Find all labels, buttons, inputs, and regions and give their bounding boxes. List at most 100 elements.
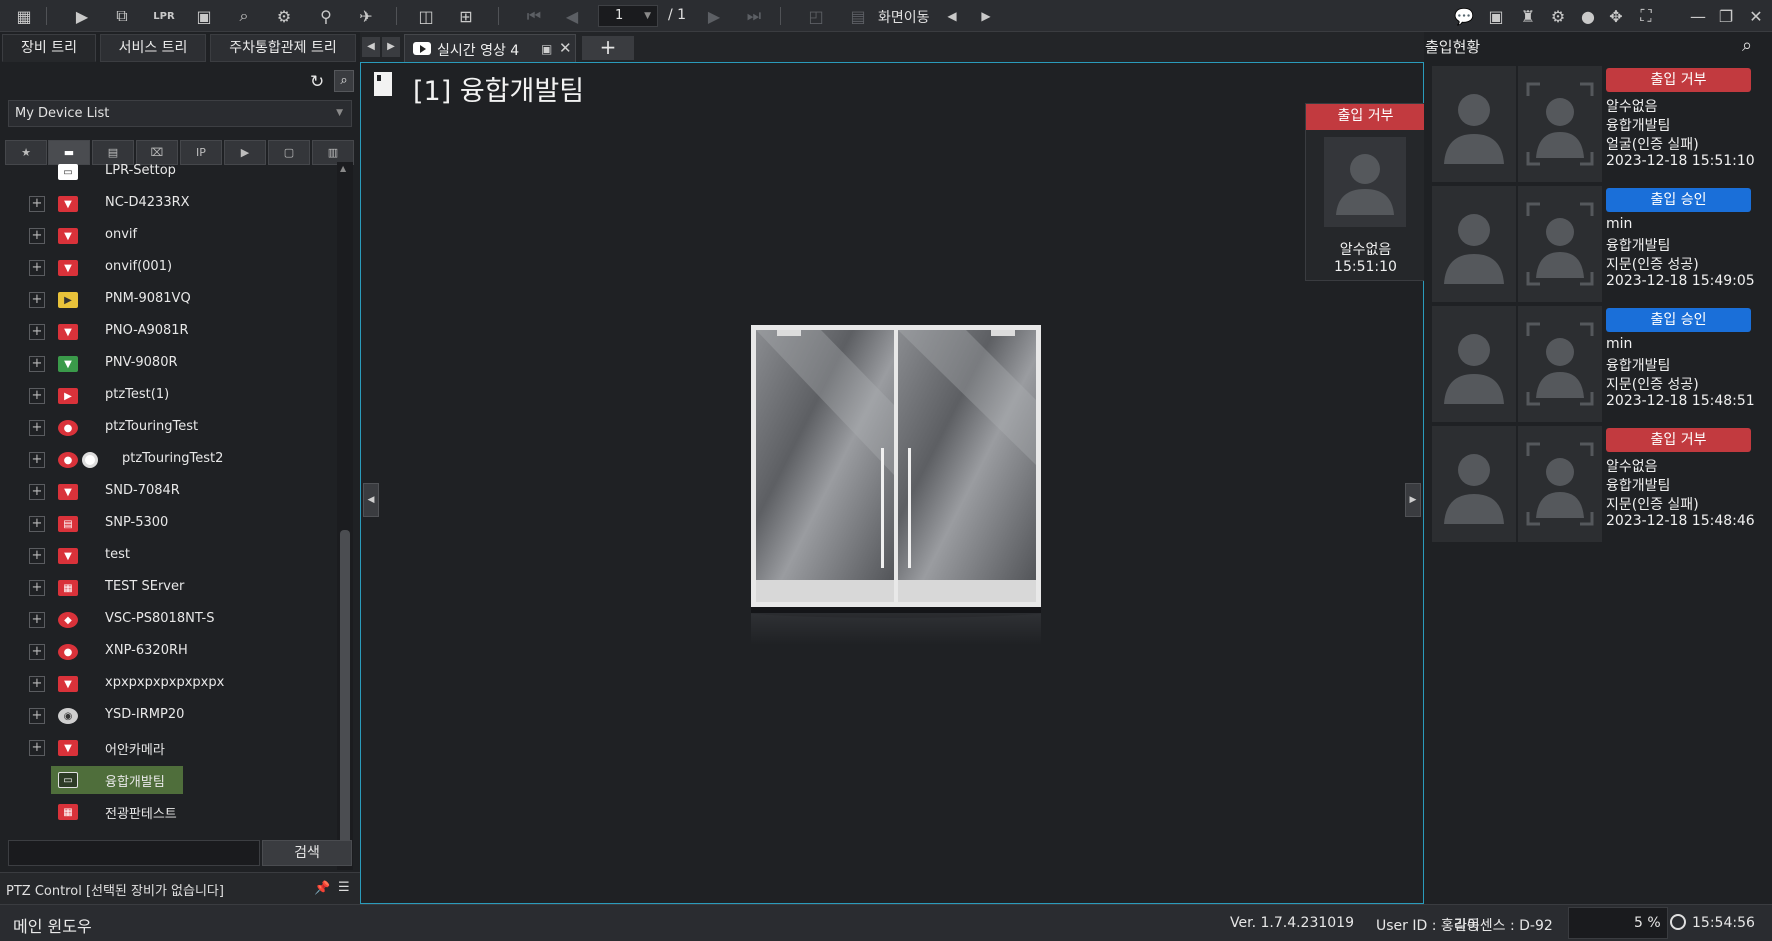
close-tab-icon[interactable]: ✕ — [559, 39, 572, 57]
expand-icon[interactable]: + — [29, 260, 45, 276]
play-icon[interactable]: ▶ — [70, 5, 94, 27]
tree-item[interactable]: + ▼ NC-D4233RX — [0, 188, 336, 220]
tab-live-view[interactable]: 실시간 영상 4 ▣ ✕ — [404, 34, 576, 62]
tree-item[interactable]: + ▼ onvif(001) — [0, 252, 336, 284]
access-entry[interactable]: 출입 거부 알수없음 융합개발팀 얼굴(인증 실패) 2023-12-18 15… — [1432, 66, 1768, 182]
wired-device-icon[interactable]: ⌧ — [136, 140, 178, 165]
layout-icon[interactable]: ◫ — [414, 5, 438, 27]
expand-icon[interactable]: + — [29, 452, 45, 468]
tree-item[interactable]: + ▼ test — [0, 540, 336, 572]
video-view[interactable]: [1] 융합개발팀 ◀ ▶ 출입 거부 알수없음 15:51:10 — [360, 62, 1425, 904]
tree-item[interactable]: ▦ 전광판테스트 — [0, 796, 336, 828]
expand-icon[interactable]: + — [29, 484, 45, 500]
tree-item[interactable]: + ▶ ptzTest(1) — [0, 380, 336, 412]
access-entry[interactable]: 출입 승인 min 융합개발팀 지문(인증 성공) 2023-12-18 15:… — [1432, 186, 1768, 302]
server-icon[interactable]: ▤ — [92, 140, 134, 165]
tree-item[interactable]: + ▼ SND-7084R — [0, 476, 336, 508]
bike-icon[interactable]: ⚙ — [272, 5, 296, 27]
grid-menu-icon[interactable]: ▦ — [12, 5, 36, 27]
tab-scroll-right-icon[interactable]: ▶ — [382, 37, 400, 57]
expand-icon[interactable]: + — [29, 324, 45, 340]
first-page-icon[interactable]: ⏮ — [522, 5, 546, 27]
calendar-icon[interactable]: ▤ — [846, 5, 870, 27]
expand-icon[interactable]: + — [29, 740, 45, 756]
tree-item[interactable]: + ▼ 어안카메라 — [0, 732, 336, 764]
expand-icon[interactable]: + — [29, 644, 45, 660]
expand-icon[interactable]: + — [29, 228, 45, 244]
tree-item[interactable]: + ▼ onvif — [0, 220, 336, 252]
tree-item[interactable]: + ▼ xpxpxpxpxpxpxpx — [0, 668, 336, 700]
close-icon[interactable]: ✕ — [1744, 5, 1768, 27]
monitor-icon[interactable]: ▣ — [192, 5, 216, 27]
expand-icon[interactable]: + — [29, 420, 45, 436]
search-icon[interactable]: ⌕ — [334, 70, 354, 92]
tree-item[interactable]: + ▶ PNM-9081VQ — [0, 284, 336, 316]
map-search-icon[interactable]: ⚲ — [314, 5, 338, 27]
tree-item[interactable]: + ▼ PNO-A9081R — [0, 316, 336, 348]
save-icon[interactable]: ▣ — [541, 42, 552, 56]
expand-icon[interactable]: + — [29, 612, 45, 628]
settings-icon[interactable]: ⚙ — [1546, 5, 1570, 27]
last-page-icon[interactable]: ⏭ — [742, 5, 766, 27]
access-entry[interactable]: 출입 승인 min 융합개발팀 지문(인증 성공) 2023-12-18 15:… — [1432, 306, 1768, 422]
tab-scroll-left-icon[interactable]: ◀ — [362, 37, 380, 57]
tree-item[interactable]: + ● ptzTouringTest — [0, 412, 336, 444]
expand-icon[interactable]: + — [29, 548, 45, 564]
access-entry[interactable]: 출입 거부 알수없음 융합개발팀 지문(인증 실패) 2023-12-18 15… — [1432, 426, 1768, 542]
tree-search-input[interactable] — [8, 840, 260, 866]
tree-item[interactable]: + ● ptzTouringTest2 — [0, 444, 336, 476]
message-icon[interactable]: ▣ — [1484, 5, 1508, 27]
tab-service-tree[interactable]: 서비스 트리 — [100, 34, 206, 62]
prev-icon[interactable]: ◀ — [940, 5, 964, 27]
refresh-icon[interactable]: ↻ — [310, 72, 324, 92]
device-list-select[interactable]: My Device List ▼ — [8, 100, 352, 127]
add-tab-button[interactable]: + — [582, 36, 634, 60]
next-page-icon[interactable]: ▶ — [702, 5, 726, 27]
collapse-left-icon[interactable]: ◀ — [363, 483, 379, 517]
search-icon[interactable]: ⌕ — [1742, 35, 1752, 56]
search-button[interactable]: 검색 — [262, 840, 352, 866]
expand-icon[interactable]: + — [29, 196, 45, 212]
expand-icon[interactable]: + — [29, 388, 45, 404]
user-icon[interactable]: ● — [1576, 5, 1600, 27]
tab-parking-tree[interactable]: 주차통합관제 트리 — [210, 34, 356, 62]
tree-item[interactable]: + ▼ PNV-9080R — [0, 348, 336, 380]
tree-scrollbar[interactable]: ▲ ▼ — [337, 162, 353, 870]
expand-icon[interactable]: + — [29, 580, 45, 596]
menu-icon[interactable]: ☰ — [338, 880, 350, 895]
tree-item[interactable]: ▭ LPR-Settop — [0, 164, 336, 188]
lpr-icon[interactable]: LPR — [152, 5, 176, 27]
add-screen-icon[interactable]: ⊞ — [454, 5, 478, 27]
megaphone-icon[interactable]: ✈ — [354, 5, 378, 27]
tree-item-selected[interactable]: ▭ 융합개발팀 — [0, 764, 336, 796]
pin-icon[interactable]: 📌 — [314, 881, 330, 896]
expand-icon[interactable]: + — [29, 516, 45, 532]
expand-icon[interactable]: + — [29, 708, 45, 724]
expand-icon[interactable]: + — [29, 356, 45, 372]
star-icon[interactable]: ★ — [5, 140, 47, 165]
tree-item[interactable]: + ◉ YSD-IRMP20 — [0, 700, 336, 732]
tree-item[interactable]: + ● XNP-6320RH — [0, 636, 336, 668]
badge-icon[interactable]: ▢ — [268, 140, 310, 165]
scroll-thumb[interactable] — [340, 530, 350, 850]
page-number-input[interactable]: 1 ▼ — [598, 5, 658, 27]
fullscreen-icon[interactable]: ⛶ — [1634, 5, 1658, 27]
tree-item[interactable]: + ◆ VSC-PS8018NT-S — [0, 604, 336, 636]
face-search-icon[interactable]: ⌕ — [232, 5, 256, 27]
restore-icon[interactable]: ❐ — [1714, 5, 1738, 27]
minimize-icon[interactable]: — — [1686, 5, 1710, 27]
alarm-icon[interactable]: ♜ — [1516, 5, 1540, 27]
tab-device-tree[interactable]: 장비 트리 — [2, 34, 96, 62]
collapse-right-icon[interactable]: ▶ — [1405, 483, 1421, 517]
chat-icon[interactable]: 💬 — [1452, 5, 1476, 27]
tree-item[interactable]: + ▦ TEST SErver — [0, 572, 336, 604]
search-video-icon[interactable]: ⧉ — [110, 5, 134, 27]
tree-item[interactable]: + ▤ SNP-5300 — [0, 508, 336, 540]
folder-icon[interactable]: ▬ — [48, 140, 90, 165]
expand-icon[interactable]: + — [29, 292, 45, 308]
camera-icon[interactable]: ▶ — [224, 140, 266, 165]
expand-icon[interactable]: + — [29, 676, 45, 692]
screen-shift-icon[interactable]: ◰ — [804, 5, 828, 27]
prev-page-icon[interactable]: ◀ — [560, 5, 584, 27]
move-icon[interactable]: ✥ — [1604, 5, 1628, 27]
